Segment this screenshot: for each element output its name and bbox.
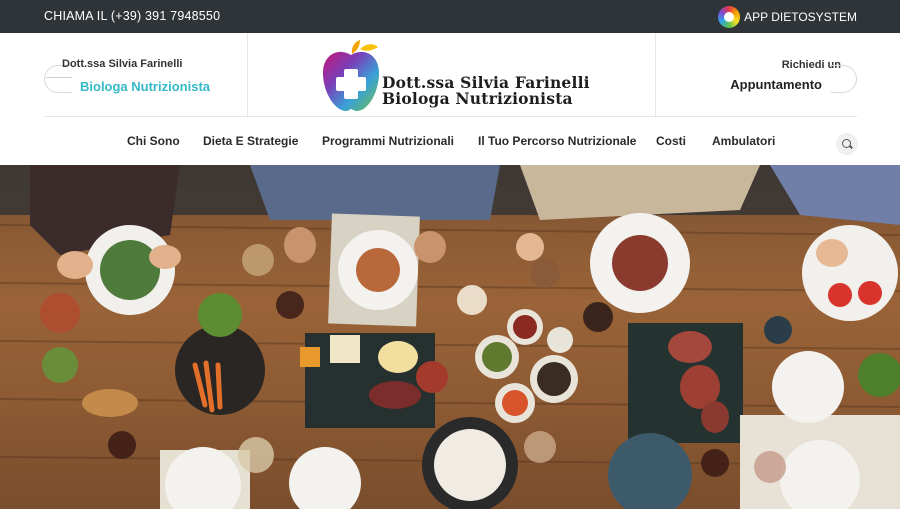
hero-image xyxy=(0,165,900,509)
nav-item-ambulatori[interactable]: Ambulatori xyxy=(712,134,775,148)
logo-text: Dott.ssa Silvia Farinelli Biologa Nutriz… xyxy=(382,75,590,107)
decorative-line xyxy=(46,77,72,78)
header-role: Biologa Nutrizionista xyxy=(80,79,210,94)
app-dietosystem-link[interactable]: APP DIETOSYSTEM xyxy=(718,6,857,28)
logo-line-2: Biologa Nutrizionista xyxy=(382,89,573,108)
search-icon[interactable] xyxy=(836,133,858,155)
site-logo[interactable]: Dott.ssa Silvia Farinelli Biologa Nutriz… xyxy=(320,35,590,115)
nav-item-programmi-nutrizionali[interactable]: Programmi Nutrizionali xyxy=(322,134,454,148)
phone-link[interactable]: CHIAMA IL (+39) 391 7948550 xyxy=(44,9,220,23)
app-dietosystem-icon xyxy=(718,6,741,28)
appointment-label: Appuntamento xyxy=(730,77,822,92)
nav-item-percorso-nutrizionale[interactable]: Il Tuo Percorso Nutrizionale xyxy=(478,134,636,148)
nav-item-chi-sono[interactable]: Chi Sono xyxy=(127,134,180,148)
decorative-arc xyxy=(831,65,857,93)
header-name: Dott.ssa Silvia Farinelli xyxy=(62,58,183,70)
food-table-illustration xyxy=(0,165,900,509)
nav-item-dieta-e-strategie[interactable]: Dieta E Strategie xyxy=(203,134,298,148)
header-left-link[interactable]: Dott.ssa Silvia Farinelli Biologa Nutriz… xyxy=(44,33,247,117)
nav-item-costi[interactable]: Costi xyxy=(656,134,686,148)
apple-cross-logo-icon xyxy=(322,40,380,111)
main-nav: Chi Sono Dieta E Strategie Programmi Nut… xyxy=(0,117,900,165)
app-dietosystem-label: APP DIETOSYSTEM xyxy=(744,10,857,24)
appointment-link[interactable]: Richiedi un Appuntamento xyxy=(655,33,857,117)
header-divider xyxy=(247,33,248,117)
site-header: Dott.ssa Silvia Farinelli Biologa Nutriz… xyxy=(0,33,900,117)
top-bar: CHIAMA IL (+39) 391 7948550 APP DIETOSYS… xyxy=(0,0,900,33)
